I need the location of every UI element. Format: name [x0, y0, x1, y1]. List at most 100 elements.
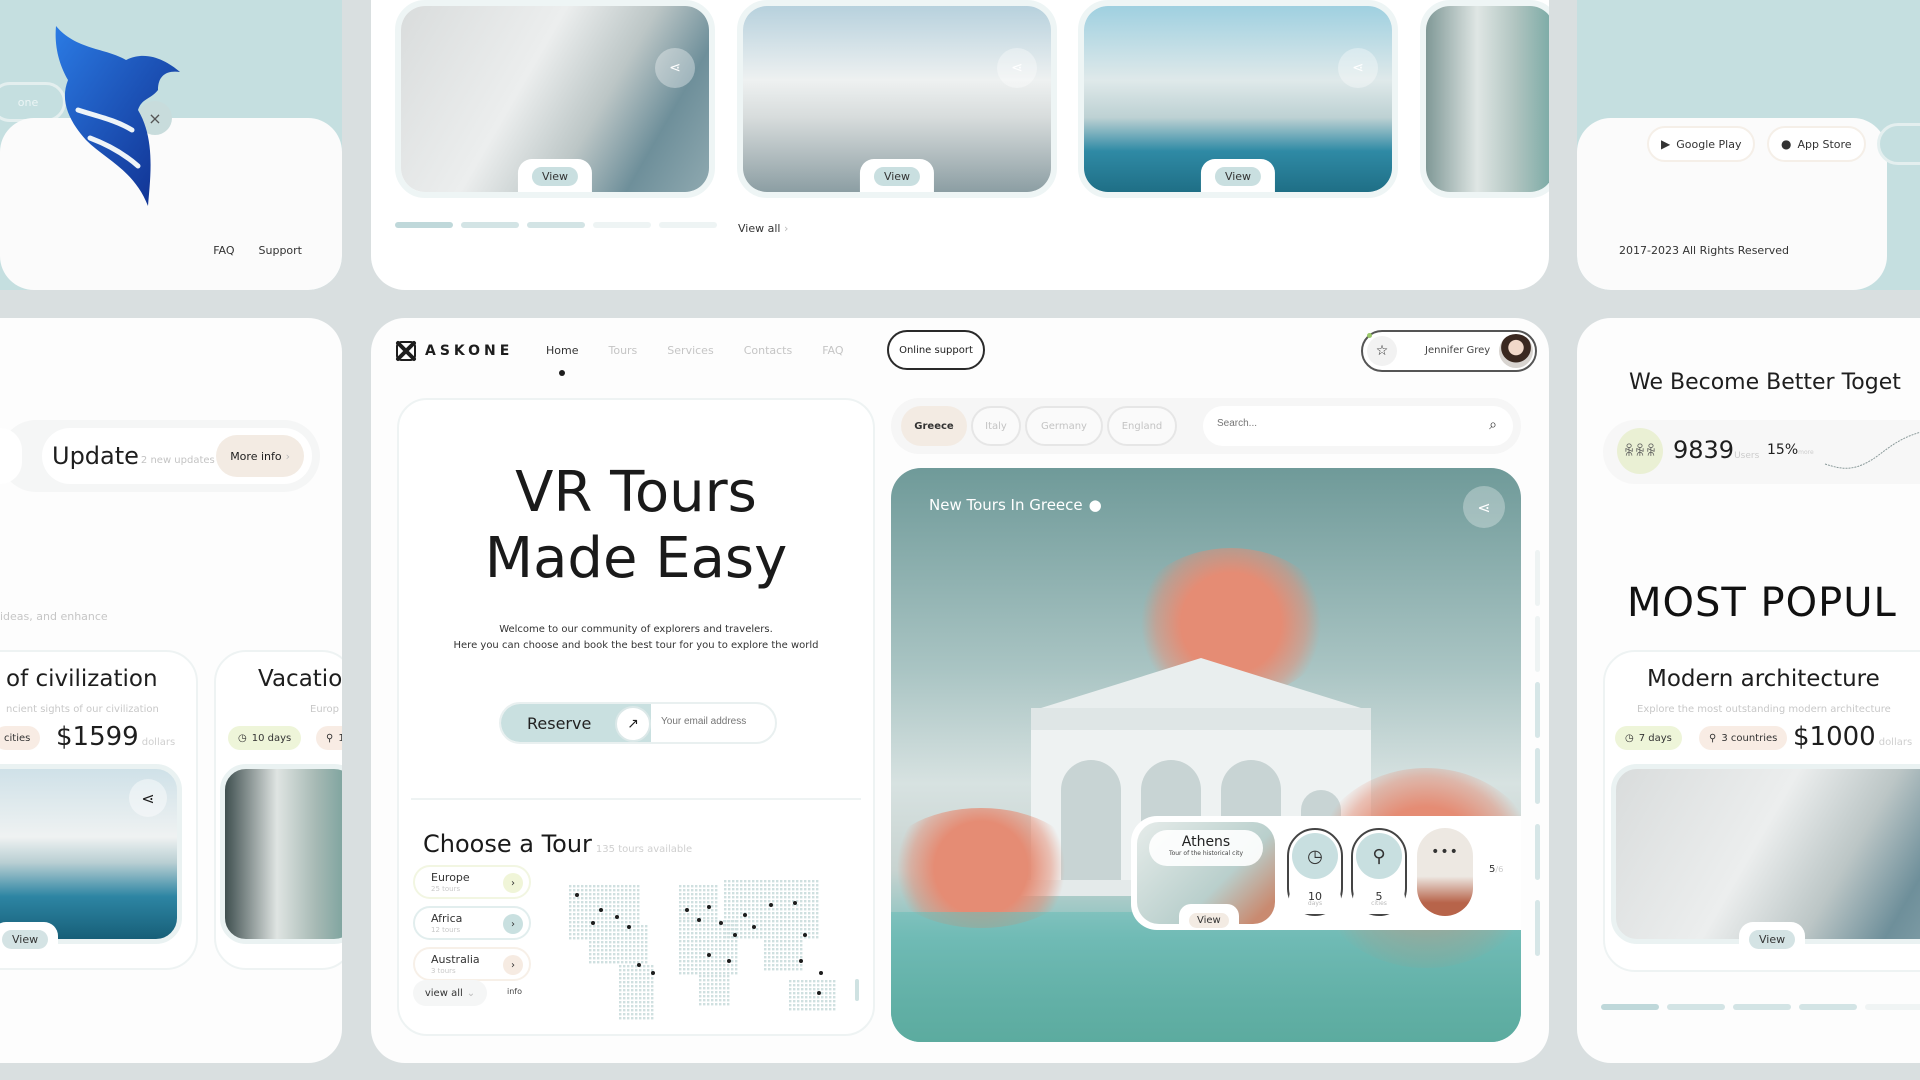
- app-store-button[interactable]: ● App Store: [1767, 126, 1866, 162]
- map-dot: [780, 948, 783, 951]
- support-link[interactable]: Support: [259, 244, 302, 257]
- tour-card[interactable]: Vacatio Europ ◷10 days ⚲1: [214, 650, 342, 970]
- map-dot: [752, 912, 755, 915]
- tour-location-marker[interactable]: [685, 908, 689, 912]
- gallery-tile[interactable]: ⋖ View: [737, 0, 1057, 198]
- map-dot: [707, 885, 710, 888]
- tour-location-marker[interactable]: [733, 933, 737, 937]
- map-dot: [800, 952, 803, 955]
- view-button[interactable]: View: [859, 159, 935, 192]
- share-icon[interactable]: ⋖: [655, 48, 695, 88]
- tour-location-marker[interactable]: [719, 921, 723, 925]
- region-africa[interactable]: Africa 12 tours ›: [413, 906, 531, 940]
- map-dot: [597, 941, 600, 944]
- tour-location-marker[interactable]: [651, 971, 655, 975]
- filter-greece[interactable]: Greece: [901, 406, 967, 446]
- tour-card[interactable]: Modern architecture Explore the most out…: [1603, 650, 1920, 972]
- star-icon[interactable]: ☆: [1367, 336, 1397, 366]
- view-button[interactable]: View: [517, 159, 593, 192]
- tour-location-marker[interactable]: [707, 953, 711, 957]
- filter-germany[interactable]: Germany: [1025, 406, 1103, 446]
- tour-location-marker[interactable]: [575, 893, 579, 897]
- map-dot: [788, 948, 791, 951]
- more-options-button[interactable]: •••: [1417, 828, 1473, 916]
- tour-location-marker[interactable]: [769, 903, 773, 907]
- view-all-link[interactable]: View all ›: [738, 222, 788, 235]
- view-all-regions[interactable]: view all ⌄: [413, 980, 487, 1006]
- map-dot: [639, 1009, 642, 1012]
- view-button[interactable]: View: [0, 922, 59, 949]
- tour-location-marker[interactable]: [752, 925, 756, 929]
- share-icon[interactable]: ⋖: [1463, 486, 1505, 528]
- tour-location-marker[interactable]: [697, 918, 701, 922]
- map-dot: [808, 892, 811, 895]
- view-button[interactable]: View: [1739, 922, 1806, 949]
- search-input[interactable]: [1217, 418, 1457, 429]
- region-australia[interactable]: Australia 3 tours ›: [413, 947, 531, 981]
- edge-pill[interactable]: [1877, 123, 1920, 165]
- nav-faq[interactable]: FAQ: [822, 344, 843, 357]
- map-dot: [647, 1001, 650, 1004]
- tour-location-marker[interactable]: [803, 933, 807, 937]
- tour-location-marker[interactable]: [817, 991, 821, 995]
- world-map[interactable]: [549, 865, 849, 1025]
- tour-location-marker[interactable]: [727, 959, 731, 963]
- tour-location-marker[interactable]: [599, 908, 603, 912]
- map-dot: [707, 909, 710, 912]
- athens-tour-card[interactable]: Athens Tour of the historical city View …: [1131, 816, 1521, 930]
- map-dot: [764, 920, 767, 923]
- tour-card[interactable]: of civilization ncient sights of our civ…: [0, 650, 198, 970]
- nav-tours[interactable]: Tours: [608, 344, 637, 357]
- view-button[interactable]: View: [1179, 904, 1239, 930]
- map-dot: [735, 956, 738, 959]
- region-europe[interactable]: Europe 25 tours ›: [413, 865, 531, 899]
- online-support-button[interactable]: Online support: [887, 330, 985, 370]
- avatar[interactable]: [1499, 334, 1533, 368]
- nav-home[interactable]: Home: [546, 344, 578, 357]
- map-dot: [581, 905, 584, 908]
- featured-tour[interactable]: New Tours In Greece ● ⋖ Athens Tour of t…: [891, 468, 1521, 1042]
- map-dot: [776, 924, 779, 927]
- view-button[interactable]: View: [1200, 159, 1276, 192]
- gallery-tile[interactable]: ⋖ View: [395, 0, 715, 198]
- share-icon[interactable]: ⋖: [129, 779, 167, 817]
- share-icon[interactable]: ⋖: [997, 48, 1037, 88]
- tour-location-marker[interactable]: [637, 963, 641, 967]
- map-dot: [621, 913, 624, 916]
- email-input[interactable]: [661, 716, 771, 727]
- faq-link[interactable]: FAQ: [213, 244, 234, 257]
- gallery-tile[interactable]: [1420, 0, 1549, 198]
- tour-location-marker[interactable]: [799, 959, 803, 963]
- tour-location-marker[interactable]: [707, 905, 711, 909]
- filter-italy[interactable]: Italy: [971, 406, 1021, 446]
- map-dot: [703, 901, 706, 904]
- tour-location-marker[interactable]: [743, 913, 747, 917]
- feature-scrollbar[interactable]: [1535, 550, 1540, 966]
- tour-location-marker[interactable]: [591, 921, 595, 925]
- map-scrollbar[interactable]: [855, 875, 859, 1015]
- map-dot: [683, 944, 686, 947]
- tour-location-marker[interactable]: [819, 971, 823, 975]
- nav-contacts[interactable]: Contacts: [744, 344, 793, 357]
- arrow-icon[interactable]: ↗: [615, 706, 651, 742]
- map-dot: [711, 983, 714, 986]
- map-dot: [699, 975, 702, 978]
- map-dot: [792, 924, 795, 927]
- more-info-button[interactable]: More info ›: [216, 435, 304, 477]
- map-dot: [707, 901, 710, 904]
- tour-location-marker[interactable]: [793, 901, 797, 905]
- map-dot: [589, 901, 592, 904]
- gallery-tile[interactable]: ⋖ View: [1078, 0, 1398, 198]
- tour-location-marker[interactable]: [627, 925, 631, 929]
- search-icon[interactable]: ⌕: [1489, 417, 1497, 433]
- share-icon[interactable]: ⋖: [1338, 48, 1378, 88]
- logo[interactable]: ASKONE: [395, 340, 513, 362]
- nav-services[interactable]: Services: [667, 344, 713, 357]
- google-play-button[interactable]: ▶ Google Play: [1647, 126, 1756, 162]
- map-dot: [577, 885, 580, 888]
- tour-location-marker[interactable]: [615, 915, 619, 919]
- info-link[interactable]: info: [507, 987, 522, 996]
- user-menu[interactable]: ☆ Jennifer Grey: [1361, 330, 1537, 372]
- filter-england[interactable]: England: [1107, 406, 1177, 446]
- map-dot: [715, 909, 718, 912]
